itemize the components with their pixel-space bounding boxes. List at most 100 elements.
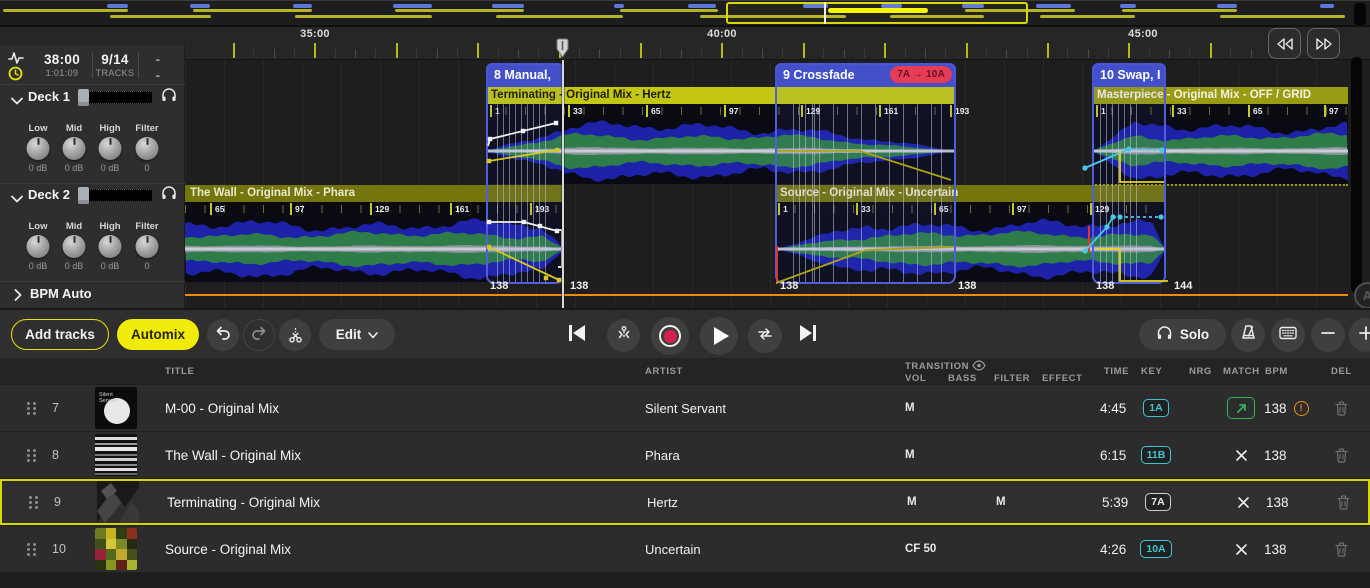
zoom-out-button[interactable] [1311,318,1345,352]
high-knob[interactable] [99,137,122,160]
loop-button[interactable] [748,319,782,353]
transition-region[interactable] [1092,63,1166,284]
skip-back-button[interactable] [566,325,590,345]
fast-forward-button[interactable] [1307,28,1340,59]
minimap-transition-segment [190,4,210,8]
record-button[interactable] [651,317,689,355]
bpm-cell: 138 [1264,526,1324,572]
deck-1-volume-handle[interactable] [78,89,89,106]
match-cell[interactable] [1223,432,1259,478]
undo-button[interactable] [207,319,239,351]
transition-bass[interactable] [948,385,988,431]
mid-knob[interactable] [63,235,86,258]
track-row[interactable]: 7SilentServantM-00 - Original MixSilent … [0,385,1370,431]
minimap-scrollbar[interactable] [1354,3,1366,25]
filter-knob[interactable] [136,235,159,258]
headphones-icon[interactable] [161,87,177,103]
low-knob[interactable] [27,235,50,258]
ruler-quarter-tick [1027,49,1028,58]
solo-button[interactable]: Solo [1139,319,1226,350]
redo-button[interactable] [243,319,275,351]
automix-button[interactable]: Automix [117,319,199,350]
tempo-automation-line[interactable] [185,294,1348,296]
ruler-quarter-tick [986,49,987,58]
split-button[interactable] [607,319,640,352]
transition-effect[interactable] [1042,526,1088,572]
eye-icon[interactable] [972,360,986,374]
chevron-down-icon[interactable] [11,190,23,198]
keyboard-shortcuts-button[interactable] [1271,318,1305,352]
time-ruler[interactable]: 35:0040:0045:00 [185,27,1370,60]
row-number: 10 [52,526,74,572]
transition-vol[interactable]: M [907,481,947,523]
row-drag-handle[interactable] [24,526,38,572]
headphones-icon[interactable] [161,185,177,201]
album-art [95,526,137,572]
delete-track-button[interactable] [1330,432,1352,478]
transition-effect[interactable] [1042,385,1088,431]
play-button[interactable] [700,317,738,355]
minimap-playhead[interactable] [824,2,826,24]
transition-header[interactable]: 10 Swap, I [1092,63,1166,87]
transition-filter[interactable]: M [996,481,1038,523]
transition-filter[interactable] [994,385,1036,431]
transition-region[interactable] [486,63,564,284]
transition-header[interactable]: 9 Crossfade7A → 10A [775,63,956,87]
track-count-label: TRACKS [94,68,136,78]
mix-overview-minimap[interactable] [0,0,1370,27]
bpm-warning-icon[interactable]: ! [1294,401,1309,416]
ruler-quarter-tick [457,49,458,58]
transition-vol[interactable]: M [905,385,945,431]
match-cell[interactable] [1225,481,1261,523]
transition-filter[interactable] [994,526,1036,572]
bpm-value: 138 [1264,448,1287,463]
playhead-line[interactable] [562,60,564,308]
split-icon [615,324,633,347]
transition-filter[interactable] [994,432,1036,478]
skip-forward-button[interactable] [795,325,819,345]
low-knob[interactable] [27,137,50,160]
high-knob[interactable] [99,235,122,258]
zoom-in-button[interactable] [1349,318,1370,352]
nrg-cell [1192,481,1222,523]
minimap-viewport[interactable] [726,2,1028,24]
track-row[interactable]: 8The Wall - Original MixPharaM6:1511B138 [0,432,1370,478]
playhead-pin[interactable] [556,38,569,59]
delete-track-button[interactable] [1332,481,1354,523]
transition-vol[interactable]: CF 50 [905,526,945,572]
transition-vol[interactable]: M [905,432,945,478]
row-drag-handle[interactable] [26,481,40,523]
row-drag-handle[interactable] [24,432,38,478]
transition-region[interactable] [775,63,956,284]
ruler-minute-tick [1128,43,1130,58]
cut-button[interactable] [279,319,311,351]
delete-track-button[interactable] [1330,526,1352,572]
filter-knob[interactable] [136,137,159,160]
transition-bass[interactable] [948,432,988,478]
vertical-scrollbar[interactable] [1351,57,1362,293]
column-header-bass: BASS [948,373,977,384]
row-drag-handle[interactable] [24,385,38,431]
transition-effect[interactable] [1044,481,1090,523]
column-header-bpm: BPM [1265,366,1288,377]
deck-2-volume-handle[interactable] [78,187,89,204]
transition-bass[interactable] [948,526,988,572]
minimap-transition-segment [393,4,432,8]
transition-effect[interactable] [1042,432,1088,478]
transition-header[interactable]: 8 Manual, [486,63,564,87]
rewind-button[interactable] [1268,28,1301,59]
match-cell[interactable] [1223,385,1259,431]
metronome-button[interactable] [1231,318,1265,352]
track-row[interactable]: 9Terminating - Original MixHertzMM5:397A… [0,479,1370,525]
corner-badge[interactable]: A [1354,282,1370,308]
add-tracks-button[interactable]: Add tracks [11,319,109,350]
deck-2-volume-slider[interactable] [78,189,152,202]
deck-1-volume-slider[interactable] [78,91,152,104]
mid-knob[interactable] [63,137,86,160]
transition-bass[interactable] [950,481,990,523]
match-cell[interactable] [1223,526,1259,572]
track-row[interactable]: 10Source - Original MixUncertainCF 504:2… [0,526,1370,572]
delete-track-button[interactable] [1330,385,1352,431]
edit-menu-button[interactable]: Edit [319,319,395,350]
chevron-down-icon[interactable] [11,92,23,100]
